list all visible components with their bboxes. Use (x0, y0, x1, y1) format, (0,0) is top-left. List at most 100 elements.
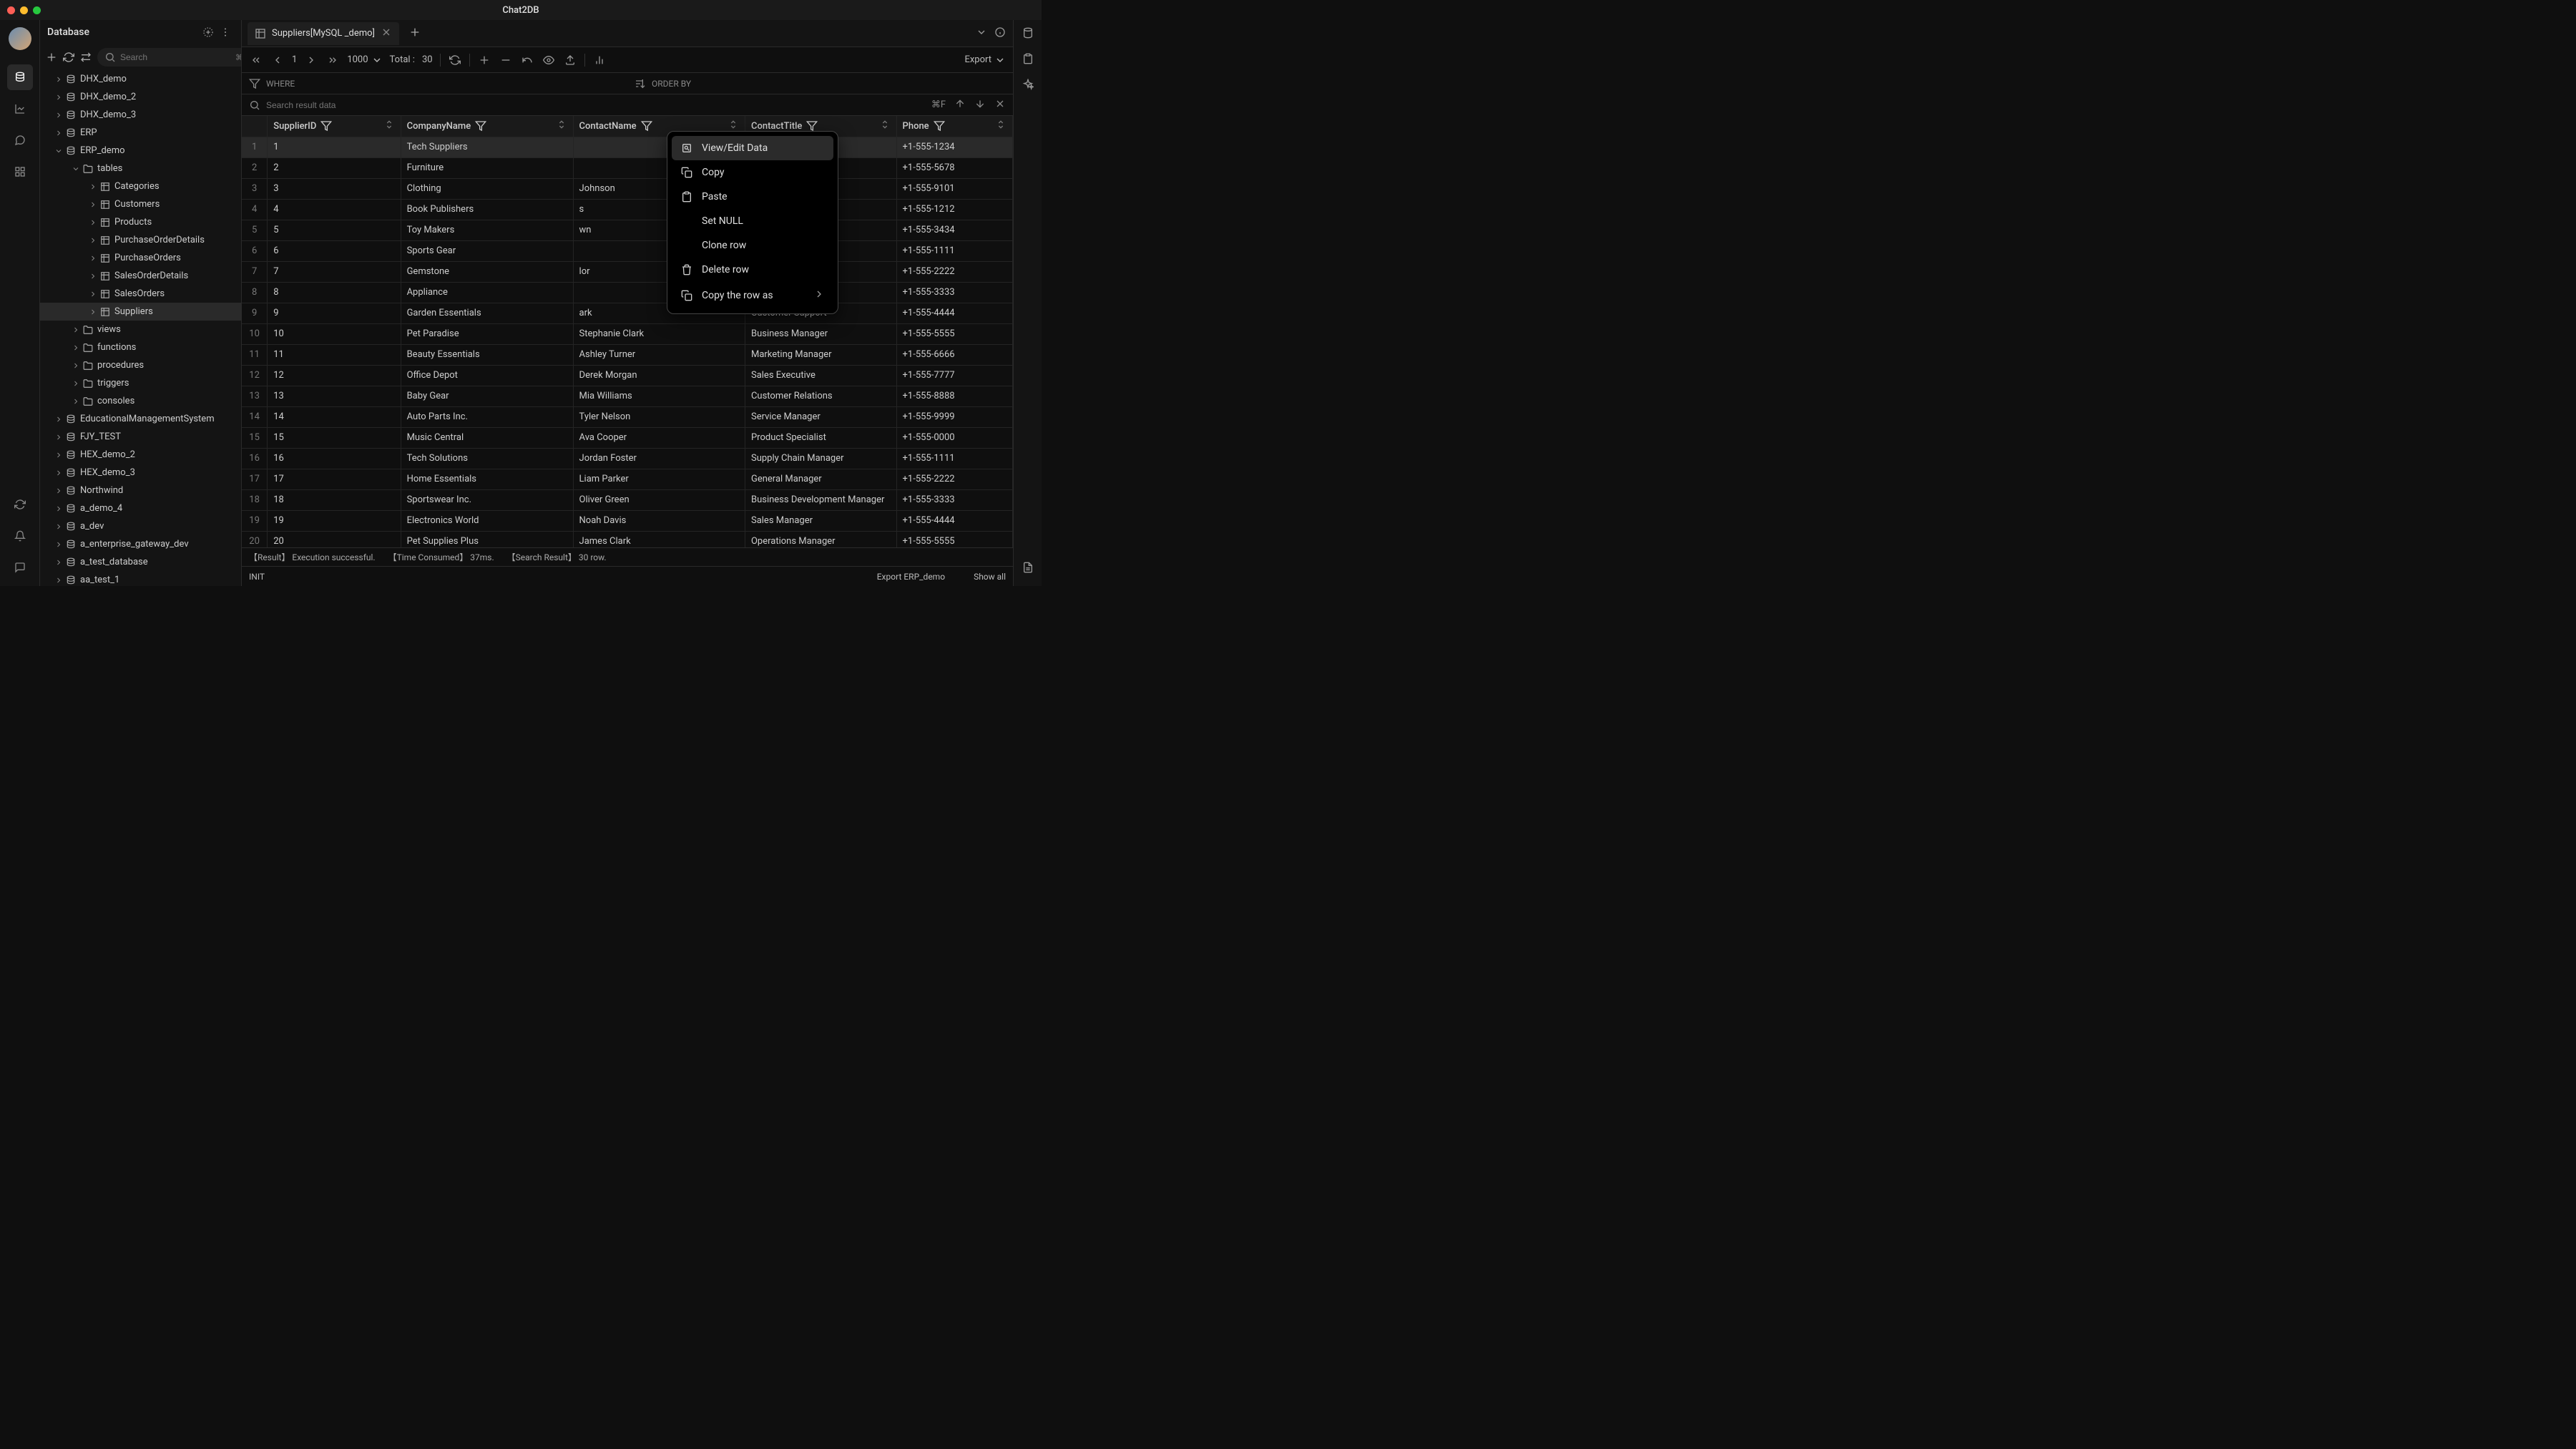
cell-companyname[interactable]: Auto Parts Inc. (401, 406, 573, 427)
filter-icon[interactable] (934, 120, 945, 132)
cell-companyname[interactable]: Book Publishers (401, 199, 573, 220)
cell-supplierid[interactable]: 6 (268, 240, 401, 261)
tree-item-fjy_test[interactable]: FJY_TEST (40, 428, 241, 446)
cell-companyname[interactable]: Baby Gear (401, 386, 573, 406)
cell-phone[interactable]: +1-555-5555 (896, 531, 1012, 547)
tree-item-aa_test_1[interactable]: aa_test_1 (40, 571, 241, 586)
cell-supplierid[interactable]: 7 (268, 261, 401, 282)
cell-contacttitle[interactable]: Customer Relations (745, 386, 896, 406)
cell-supplierid[interactable]: 10 (268, 323, 401, 344)
cell-companyname[interactable]: Garden Essentials (401, 303, 573, 323)
cell-companyname[interactable]: Electronics World (401, 510, 573, 531)
cell-phone[interactable]: +1-555-1212 (896, 199, 1012, 220)
table-row[interactable]: 1515Music CentralAva CooperProduct Speci… (242, 427, 1013, 448)
tree-item-consoles[interactable]: consoles (40, 392, 241, 410)
tree-item-tables[interactable]: tables (40, 160, 241, 177)
tabs-dropdown-icon[interactable] (976, 26, 987, 41)
cell-companyname[interactable]: Pet Paradise (401, 323, 573, 344)
tree-item-customers[interactable]: Customers (40, 195, 241, 213)
cell-supplierid[interactable]: 17 (268, 469, 401, 489)
cell-phone[interactable]: +1-555-9999 (896, 406, 1012, 427)
sidebar-search[interactable]: ⌘F (97, 48, 242, 67)
context-menu-paste[interactable]: Paste (672, 185, 833, 209)
cell-contactname[interactable]: Mia Williams (573, 386, 745, 406)
arrow-up-icon[interactable] (954, 98, 966, 112)
prev-page-icon[interactable] (270, 54, 285, 66)
cell-companyname[interactable]: Tech Suppliers (401, 137, 573, 157)
sort-icon[interactable] (728, 119, 739, 130)
table-row[interactable]: 2020Pet Supplies PlusJames ClarkOperatio… (242, 531, 1013, 547)
tree-item-dhx_demo_3[interactable]: DHX_demo_3 (40, 106, 241, 124)
cell-contacttitle[interactable]: Business Development Manager (745, 489, 896, 510)
sql-icon[interactable] (1022, 27, 1034, 42)
document-icon[interactable] (1022, 562, 1034, 576)
cell-supplierid[interactable]: 12 (268, 365, 401, 386)
tree-item-a_dev[interactable]: a_dev (40, 517, 241, 535)
cell-contacttitle[interactable]: Supply Chain Manager (745, 448, 896, 469)
table-row[interactable]: 1010Pet ParadiseStephanie ClarkBusiness … (242, 323, 1013, 344)
cell-supplierid[interactable]: 18 (268, 489, 401, 510)
table-row[interactable]: 44Book PublisherssPublisher+1-555-1212 (242, 199, 1013, 220)
cell-phone[interactable]: +1-555-4444 (896, 303, 1012, 323)
tree-item-dhx_demo_2[interactable]: DHX_demo_2 (40, 88, 241, 106)
cell-contactname[interactable]: James Clark (573, 531, 745, 547)
cell-phone[interactable]: +1-555-5555 (896, 323, 1012, 344)
cell-contactname[interactable]: Noah Davis (573, 510, 745, 531)
cell-phone[interactable]: +1-555-1111 (896, 240, 1012, 261)
filter-icon[interactable] (806, 120, 818, 132)
cell-phone[interactable]: +1-555-9101 (896, 178, 1012, 199)
tree-item-purchaseorders[interactable]: PurchaseOrders (40, 249, 241, 267)
cell-supplierid[interactable]: 13 (268, 386, 401, 406)
tree-item-triggers[interactable]: triggers (40, 374, 241, 392)
table-row[interactable]: 1212Office DepotDerek MorganSales Execut… (242, 365, 1013, 386)
cell-supplierid[interactable]: 15 (268, 427, 401, 448)
tree-item-suppliers[interactable]: Suppliers (40, 303, 241, 321)
context-menu-view-edit-data[interactable]: View/Edit Data (672, 136, 833, 160)
chat-nav-icon[interactable] (7, 127, 33, 153)
cell-contacttitle[interactable]: Product Specialist (745, 427, 896, 448)
footer-export[interactable]: Export ERP_demo (877, 572, 945, 582)
cell-companyname[interactable]: Tech Solutions (401, 448, 573, 469)
filter-icon[interactable] (320, 120, 332, 132)
table-row[interactable]: 22FurnitureAccount Manager+1-555-5678 (242, 157, 1013, 178)
cell-companyname[interactable]: Pet Supplies Plus (401, 531, 573, 547)
table-row[interactable]: 1616Tech SolutionsJordan FosterSupply Ch… (242, 448, 1013, 469)
cell-companyname[interactable]: Appliance (401, 282, 573, 303)
cell-contactname[interactable]: Ashley Turner (573, 344, 745, 365)
filter-icon[interactable] (475, 120, 486, 132)
table-row[interactable]: 1414Auto Parts Inc.Tyler NelsonService M… (242, 406, 1013, 427)
add-tab-button[interactable] (403, 26, 426, 41)
cell-contacttitle[interactable]: Marketing Manager (745, 344, 896, 365)
cell-companyname[interactable]: Sports Gear (401, 240, 573, 261)
tab-suppliers[interactable]: Suppliers[MySQL _demo] (248, 22, 399, 45)
column-header-phone[interactable]: Phone (896, 116, 1012, 137)
refresh-icon[interactable] (63, 49, 74, 65)
arrow-down-icon[interactable] (974, 98, 986, 112)
close-search-icon[interactable] (994, 98, 1006, 112)
result-search-input[interactable] (266, 100, 926, 110)
cell-phone[interactable]: +1-555-3333 (896, 282, 1012, 303)
add-row-icon[interactable] (477, 54, 491, 66)
table-row[interactable]: 1313Baby GearMia WilliamsCustomer Relati… (242, 386, 1013, 406)
cell-supplierid[interactable]: 20 (268, 531, 401, 547)
cell-phone[interactable]: +1-555-2222 (896, 469, 1012, 489)
cell-phone[interactable]: +1-555-0000 (896, 427, 1012, 448)
sort-icon[interactable] (879, 119, 891, 130)
sort-icon[interactable] (556, 119, 567, 130)
cell-contactname[interactable]: Tyler Nelson (573, 406, 745, 427)
cell-supplierid[interactable]: 14 (268, 406, 401, 427)
filter-icon[interactable] (641, 120, 652, 132)
tree-item-dhx_demo[interactable]: DHX_demo (40, 70, 241, 88)
cell-contacttitle[interactable]: Sales Executive (745, 365, 896, 386)
context-menu-copy-the-row-as[interactable]: Copy the row as (672, 282, 833, 309)
table-row[interactable]: 77GemstonelorOperations Manager+1-555-22… (242, 261, 1013, 282)
cell-contactname[interactable]: Oliver Green (573, 489, 745, 510)
tree-item-purchaseorderdetails[interactable]: PurchaseOrderDetails (40, 231, 241, 249)
page-size-dropdown[interactable]: 1000 (347, 54, 382, 66)
table-row[interactable]: 1717Home EssentialsLiam ParkerGeneral Ma… (242, 469, 1013, 489)
cell-supplierid[interactable]: 19 (268, 510, 401, 531)
context-menu-copy[interactable]: Copy (672, 160, 833, 185)
cell-supplierid[interactable]: 4 (268, 199, 401, 220)
feedback-nav-icon[interactable] (7, 555, 33, 580)
close-icon[interactable] (381, 26, 392, 41)
